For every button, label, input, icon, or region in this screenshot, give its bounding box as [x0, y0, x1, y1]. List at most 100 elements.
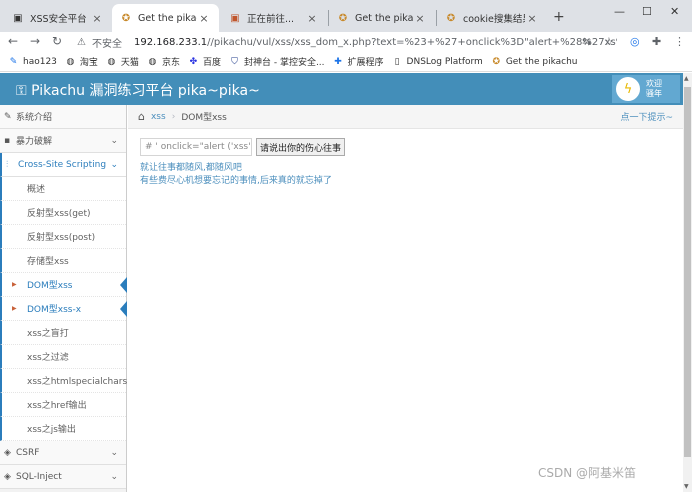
bookmark-label: Get the pikachu — [505, 56, 578, 67]
tab-cookie[interactable]: ✪ cookie搜集结果 × — [437, 4, 547, 32]
translate-icon[interactable]: ⇆ — [582, 35, 591, 48]
lock-icon: ▪ — [4, 135, 11, 146]
bookmark-label: 封神台 - 掌控安全... — [243, 58, 325, 68]
sidebar-sub-dom[interactable]: ▶ DOM型xss — [0, 273, 127, 297]
shield-icon: ⛉ — [231, 56, 238, 67]
database-icon: ◈ — [4, 471, 11, 482]
tab-pikachu-2[interactable]: ✪ Get the pikachu × — [329, 4, 435, 32]
sidebar-item-label: CSRF — [16, 447, 40, 458]
profile-ring-icon[interactable]: ◎ — [630, 35, 640, 48]
pikachu-icon: ✪ — [338, 12, 348, 24]
close-icon[interactable]: × — [525, 12, 539, 25]
site-logo[interactable]: ⚿ Pikachu 漏洞练习平台 pika~pika~ — [16, 80, 260, 100]
cookie-icon: ✪ — [446, 12, 456, 24]
bullet-icon: ▶ — [12, 305, 17, 312]
globe-icon: ◍ — [107, 56, 116, 67]
home-icon[interactable]: ⌂ — [138, 110, 145, 123]
sidebar-sub-js[interactable]: xss之js输出 — [0, 417, 126, 441]
address-bar[interactable]: ⚠ 不安全 192.168.233.1//pikachu/vul/xss/xss… — [77, 33, 617, 51]
sidebar-item-sqli[interactable]: ◈ SQL-Inject ⌄ — [0, 465, 126, 489]
tab-pikachu-active[interactable]: ✪ Get the pikachu × — [112, 4, 219, 32]
menu-icon[interactable]: ⋮ — [674, 35, 685, 48]
back-icon[interactable]: ← — [8, 34, 18, 48]
warning-icon: ⚠ — [77, 36, 86, 48]
baidu-icon: ✤ — [189, 56, 198, 67]
sidebar-item-label: SQL-Inject — [16, 471, 62, 482]
active-arrow — [120, 277, 127, 293]
sidebar: ✎ 系统介绍 ▪ 暴力破解 ⌄ ⫶ Cross-Site Scripting ⌄… — [0, 105, 127, 492]
bookmark-dnslog[interactable]: ▯ DNSLog Platform — [392, 56, 483, 67]
sidebar-sub-blind[interactable]: xss之盲打 — [0, 321, 126, 345]
bookmark-extensions[interactable]: ✚ 扩展程序 — [333, 55, 383, 69]
key-icon: ⚿ — [16, 83, 27, 99]
close-icon[interactable]: × — [90, 12, 104, 25]
bookmark-tmall[interactable]: ◍ 天猫 — [106, 55, 138, 69]
maximize-icon[interactable]: ☐ — [642, 5, 652, 18]
scroll-thumb[interactable] — [684, 87, 691, 457]
close-icon[interactable]: × — [413, 12, 427, 25]
close-icon[interactable]: × — [197, 12, 211, 25]
close-icon[interactable]: × — [305, 12, 319, 25]
sidebar-sub-stored[interactable]: 存储型xss — [0, 249, 126, 273]
bookmark-hao123[interactable]: ✎ hao123 — [8, 56, 57, 67]
star-icon[interactable]: ☆ — [604, 35, 614, 48]
page-scrollbar[interactable]: ▲ ▼ — [683, 73, 692, 492]
sub-item-label: 概述 — [27, 185, 46, 195]
site-header: ⚿ Pikachu 漏洞练习平台 pika~pika~ ϟ 欢迎 骚年 — [0, 73, 683, 105]
sidebar-sub-dom-x[interactable]: ▶ DOM型xss-x — [0, 297, 127, 321]
bookmark-pikachu[interactable]: ✪ Get the pikachu — [491, 56, 578, 67]
sidebar-sub-htmlspecialchars[interactable]: xss之htmlspecialchars — [0, 369, 128, 393]
bookmark-taobao[interactable]: ◍ 淘宝 — [65, 55, 97, 69]
bookmark-baidu[interactable]: ✤ 百度 — [188, 55, 221, 69]
puzzle-icon: ✚ — [334, 56, 342, 67]
sidebar-sub-reflected-get[interactable]: 反射型xss(get) — [0, 201, 126, 225]
sidebar-sub-href[interactable]: xss之href输出 — [0, 393, 126, 417]
tab-title: Get the pikachu — [355, 12, 413, 24]
scroll-up-icon[interactable]: ▲ — [684, 75, 689, 82]
tab-xss-platform[interactable]: ▣ XSS安全平台 × — [4, 4, 112, 32]
result-link-1[interactable]: 就让往事都随风,都随风吧 — [140, 160, 242, 173]
sidebar-item-bruteforce[interactable]: ▪ 暴力破解 ⌄ — [0, 129, 126, 153]
xss-input[interactable]: # ' onclick="alert ('xss')"> — [140, 138, 252, 156]
sidebar-item-label: 暴力破解 — [16, 137, 53, 147]
user-menu[interactable]: ϟ 欢迎 骚年 — [612, 75, 680, 103]
sidebar-item-csrf[interactable]: ◈ CSRF ⌄ — [0, 441, 126, 465]
pikachu-icon: ✪ — [121, 12, 131, 24]
extensions-icon[interactable]: ✚ — [652, 35, 661, 48]
breadcrumb: ⌂ xss › DOM型xss 点一下提示~ — [128, 105, 683, 129]
breadcrumb-link-xss[interactable]: xss — [151, 112, 166, 122]
bookmark-label: 京东 — [161, 58, 180, 68]
bookmark-label: hao123 — [23, 56, 57, 67]
url-path: //pikachu/vul/xss/xss_dom_x.php?text=%23… — [207, 36, 617, 48]
sub-item-label: xss之htmlspecialchars — [27, 377, 128, 387]
sidebar-sub-filter[interactable]: xss之过滤 — [0, 345, 126, 369]
hint-link[interactable]: 点一下提示~ — [620, 110, 673, 123]
sidebar-sub-overview[interactable]: 概述 — [0, 177, 126, 201]
active-arrow — [120, 301, 127, 317]
chevron-down-icon: ⌄ — [110, 159, 118, 170]
breadcrumb-current: DOM型xss — [181, 113, 227, 123]
scroll-down-icon[interactable]: ▼ — [684, 483, 689, 490]
watermark: CSDN @阿基米笛 — [538, 466, 637, 480]
sidebar-item-xss[interactable]: ⫶ Cross-Site Scripting ⌄ — [0, 153, 126, 177]
sidebar-sub-reflected-post[interactable]: 反射型xss(post) — [0, 225, 126, 249]
sub-item-label: xss之盲打 — [27, 329, 69, 339]
sub-item-label: DOM型xss — [27, 281, 73, 291]
submit-button[interactable]: 请说出你的伤心往事 — [256, 138, 345, 156]
minimize-icon[interactable]: — — [614, 5, 625, 18]
bookmark-fengshentai[interactable]: ⛉ 封神台 - 掌控安全... — [229, 55, 325, 69]
forward-icon[interactable]: → — [30, 34, 40, 48]
reload-icon[interactable]: ↻ — [52, 34, 62, 48]
result-link-2[interactable]: 有些费尽心机想要忘记的事情,后来真的就忘掉了 — [140, 173, 332, 186]
tab-redirect[interactable]: ▣ 正在前往... × — [221, 4, 327, 32]
tab-title: cookie搜集结果 — [463, 14, 525, 25]
sub-item-label: xss之href输出 — [27, 401, 87, 411]
hao123-icon: ✎ — [9, 56, 18, 67]
user-greeting: 欢迎 骚年 — [646, 79, 662, 99]
chevron-down-icon: ⌄ — [110, 471, 118, 482]
sidebar-item-intro[interactable]: ✎ 系统介绍 — [0, 105, 126, 129]
sub-item-label: 反射型xss(post) — [27, 233, 96, 243]
bookmark-jd[interactable]: ◍ 京东 — [147, 55, 180, 69]
close-window-icon[interactable]: ✕ — [670, 5, 679, 18]
new-tab-button[interactable]: + — [553, 9, 565, 25]
